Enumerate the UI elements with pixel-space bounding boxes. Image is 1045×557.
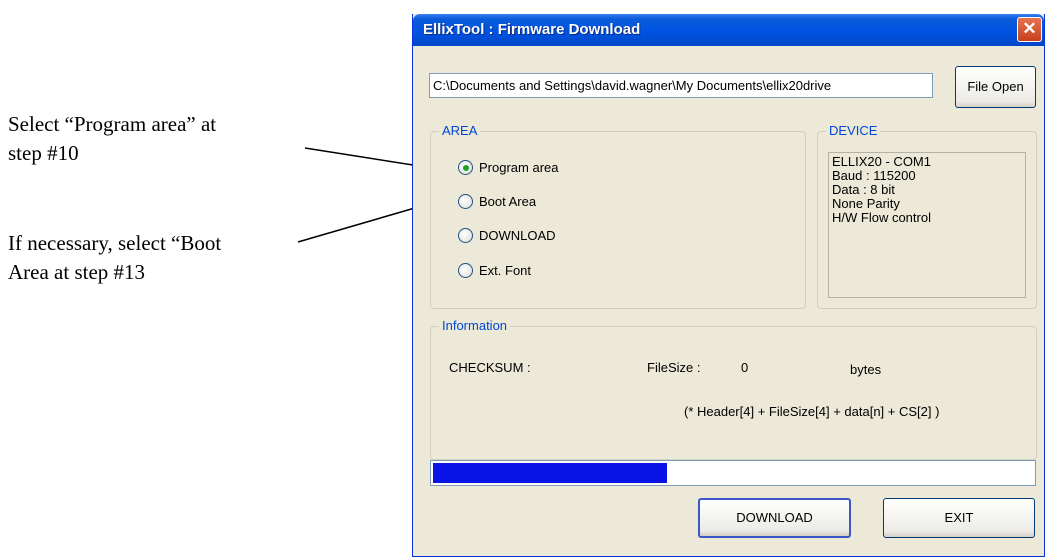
close-button[interactable]: ✕ [1017, 17, 1042, 42]
device-parity: None Parity [832, 196, 900, 211]
checksum-label: CHECKSUM : [449, 360, 531, 375]
file-path-input[interactable]: C:\Documents and Settings\david.wagner\M… [429, 73, 933, 98]
radio-label: Program area [479, 160, 559, 175]
window-title: EllixTool : Firmware Download [423, 21, 641, 38]
device-data-bits: Data : 8 bit [832, 182, 895, 197]
radio-label: DOWNLOAD [479, 228, 556, 243]
filesize-value: 0 [741, 360, 749, 375]
area-group-label: AREA [439, 123, 481, 139]
radio-unselected-icon [458, 194, 473, 209]
device-flow-control: H/W Flow control [832, 210, 931, 225]
progress-fill [433, 463, 667, 483]
information-group-label: Information [439, 318, 511, 334]
close-icon: ✕ [1022, 19, 1037, 38]
checksum-formula: (* Header[4] + FileSize[4] + data[n] + C… [684, 404, 940, 419]
device-port: ELLIX20 - COM1 [832, 154, 931, 169]
device-group: DEVICE ELLIX20 - COM1 Baud : 115200 Data… [817, 123, 1037, 309]
firmware-download-window: EllixTool : Firmware Download ✕ C:\Docum… [412, 14, 1045, 557]
filesize-label: FileSize : [647, 360, 701, 375]
device-baud: Baud : 115200 [832, 168, 916, 183]
radio-unselected-icon [458, 228, 473, 243]
file-open-button[interactable]: File Open [955, 66, 1036, 108]
radio-label: Ext. Font [479, 263, 532, 278]
radio-selected-icon [458, 160, 473, 175]
annotation-boot-area: If necessary, select “Boot Area at step … [8, 231, 222, 284]
exit-button[interactable]: EXIT [883, 498, 1035, 538]
device-info-box: ELLIX20 - COM1 Baud : 115200 Data : 8 bi… [828, 152, 1026, 298]
information-group: Information CHECKSUM : FileSize : 0 byte… [430, 318, 1037, 460]
title-bar[interactable]: EllixTool : Firmware Download ✕ [413, 14, 1044, 46]
filesize-unit: bytes [850, 362, 882, 377]
download-progress-bar [430, 460, 1036, 486]
device-group-label: DEVICE [826, 123, 881, 139]
radio-label: Boot Area [479, 194, 537, 209]
area-group: AREA Program area Boot Area DOWNLOAD Ext… [430, 123, 806, 309]
download-button[interactable]: DOWNLOAD [698, 498, 851, 538]
radio-unselected-icon [458, 263, 473, 278]
annotation-program-area: Select “Program area” at step #10 [8, 112, 217, 165]
